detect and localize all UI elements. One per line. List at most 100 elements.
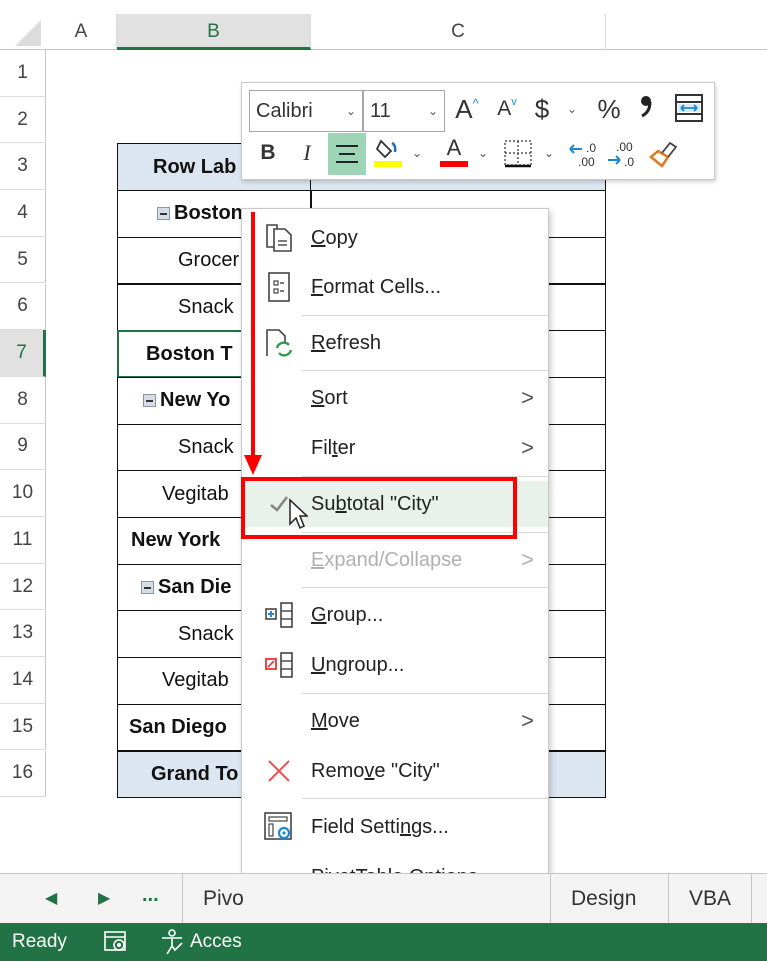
row-header-10[interactable]: 10: [0, 470, 46, 517]
cell-text: Boston T: [146, 342, 233, 365]
italic-button[interactable]: I: [292, 133, 322, 173]
chevron-right-icon: >: [521, 708, 534, 733]
label-text: opy: [325, 226, 358, 249]
wrap-text-button[interactable]: [674, 93, 704, 123]
context-menu: Copy Format Cells... Refresh Sort > Filter > Su…: [241, 208, 549, 956]
accessibility-icon[interactable]: [160, 929, 184, 955]
row-header-11[interactable]: 11: [0, 517, 46, 564]
chevron-right-icon: >: [521, 385, 534, 410]
row-header-6[interactable]: 6: [0, 283, 46, 331]
row-header-13[interactable]: 13: [0, 610, 46, 658]
accelerator-key: F: [311, 275, 324, 298]
accelerator-key: M: [311, 709, 328, 732]
next-sheet-button[interactable]: ▶: [98, 888, 110, 908]
annotation-arrow-line: [251, 212, 255, 460]
row-header-9[interactable]: 9: [0, 423, 46, 471]
menu-item-format-cells[interactable]: Format Cells...: [242, 264, 548, 310]
svg-text:.00: .00: [616, 140, 633, 154]
column-header-a[interactable]: A: [46, 14, 117, 50]
menu-item-copy[interactable]: Copy: [242, 215, 548, 261]
label-text: Fil: [311, 436, 333, 459]
group-icon: [264, 600, 294, 630]
more-sheets-button[interactable]: ...: [142, 884, 159, 907]
label-text: ort: [324, 386, 348, 409]
caret-up-icon: ^: [472, 96, 479, 111]
menu-item-remove-city[interactable]: Remove "City": [242, 748, 548, 794]
macro-record-icon[interactable]: [104, 931, 128, 953]
menu-item-sort[interactable]: Sort >: [242, 375, 548, 421]
font-name-dropdown[interactable]: Calibri ⌄: [249, 90, 363, 132]
currency-dropdown-icon[interactable]: ⌄: [565, 89, 579, 129]
menu-item-label: Move: [311, 710, 360, 733]
format-painter-button[interactable]: [648, 137, 680, 169]
sheet-tab-pivot[interactable]: Pivo: [182, 874, 264, 924]
decrease-decimal-button[interactable]: .00.0: [606, 139, 638, 169]
column-header-c[interactable]: C: [311, 14, 606, 50]
accelerator-key: C: [311, 226, 326, 249]
label-text: er: [337, 436, 356, 459]
row-header-2[interactable]: 2: [0, 96, 46, 144]
increase-decimal-button[interactable]: .0.00: [568, 139, 600, 169]
font-color-dropdown-icon[interactable]: ⌄: [476, 133, 490, 173]
currency-format-button[interactable]: $: [530, 89, 554, 129]
bold-button[interactable]: B: [252, 133, 284, 173]
chevron-right-icon: >: [521, 547, 534, 572]
menu-item-refresh[interactable]: Refresh: [242, 320, 548, 366]
center-align-button[interactable]: [328, 133, 366, 175]
menu-item-label: Copy: [311, 227, 358, 250]
increase-font-size-button[interactable]: A^: [450, 89, 484, 129]
borders-button[interactable]: [504, 139, 532, 169]
menu-item-group[interactable]: Group...: [242, 592, 548, 638]
menu-item-ungroup[interactable]: Ungroup...: [242, 642, 548, 688]
menu-item-label: Group...: [311, 604, 383, 627]
select-all-button[interactable]: [12, 14, 45, 50]
comma-style-button[interactable]: [637, 89, 655, 129]
row-header-8[interactable]: 8: [0, 376, 46, 424]
cell-text: Snack: [178, 622, 234, 645]
caret-down-icon: v: [511, 96, 517, 108]
row-header-7[interactable]: 7: [0, 330, 46, 377]
font-color-swatch: [440, 161, 468, 167]
label-text: ove: [327, 709, 360, 732]
sheet-tab-vba[interactable]: VBA: [668, 874, 753, 924]
collapse-icon[interactable]: [141, 581, 154, 595]
menu-item-move[interactable]: Move >: [242, 698, 548, 744]
sheet-tab-design[interactable]: Design: [550, 874, 656, 924]
sheet-tab-bar: ◀ ▶ ... Pivo Design VBA: [0, 873, 767, 924]
cell-text: Boston: [174, 202, 243, 225]
fill-color-dropdown-icon[interactable]: ⌄: [410, 133, 424, 173]
status-ready: Ready: [12, 931, 67, 952]
row-header-3[interactable]: 3: [0, 143, 46, 191]
row-header-15[interactable]: 15: [0, 703, 46, 751]
row-header-12[interactable]: 12: [0, 563, 46, 611]
cell-text: Vegitab: [162, 482, 229, 505]
label-text: efresh: [325, 331, 382, 354]
label-text: ngroup...: [325, 653, 405, 676]
collapse-icon[interactable]: [143, 394, 156, 408]
mini-toolbar: Calibri ⌄ 11 ⌄ A^ Av $ ⌄ % B I ⌄ A ⌄ ⌄ .…: [241, 82, 715, 180]
row-header-16[interactable]: 16: [0, 750, 46, 798]
row-header-5[interactable]: 5: [0, 236, 46, 284]
font-color-button[interactable]: A: [438, 133, 470, 173]
borders-icon: [504, 140, 532, 168]
collapse-icon[interactable]: [157, 207, 170, 221]
menu-item-field-settings[interactable]: Field Settings...: [242, 804, 548, 850]
label-text: roup...: [326, 603, 384, 626]
menu-item-filter[interactable]: Filter >: [242, 425, 548, 471]
fill-color-button[interactable]: [372, 133, 404, 173]
menu-item-label: Sort: [311, 387, 348, 410]
paint-bucket-icon: [374, 139, 402, 167]
font-name-value: Calibri: [256, 100, 313, 122]
status-accessibility[interactable]: Acces: [190, 931, 242, 953]
column-header-b[interactable]: B: [117, 14, 311, 50]
decrease-font-size-button[interactable]: Av: [492, 89, 522, 129]
menu-separator: [302, 370, 548, 371]
borders-dropdown-icon[interactable]: ⌄: [542, 133, 556, 173]
font-size-dropdown[interactable]: 11 ⌄: [363, 90, 445, 132]
row-header-1[interactable]: 1: [0, 50, 46, 97]
wrap-text-icon: [675, 94, 703, 122]
row-header-14[interactable]: 14: [0, 657, 46, 704]
previous-sheet-button[interactable]: ◀: [45, 888, 57, 908]
percent-style-button[interactable]: %: [594, 89, 624, 129]
row-header-4[interactable]: 4: [0, 190, 46, 237]
